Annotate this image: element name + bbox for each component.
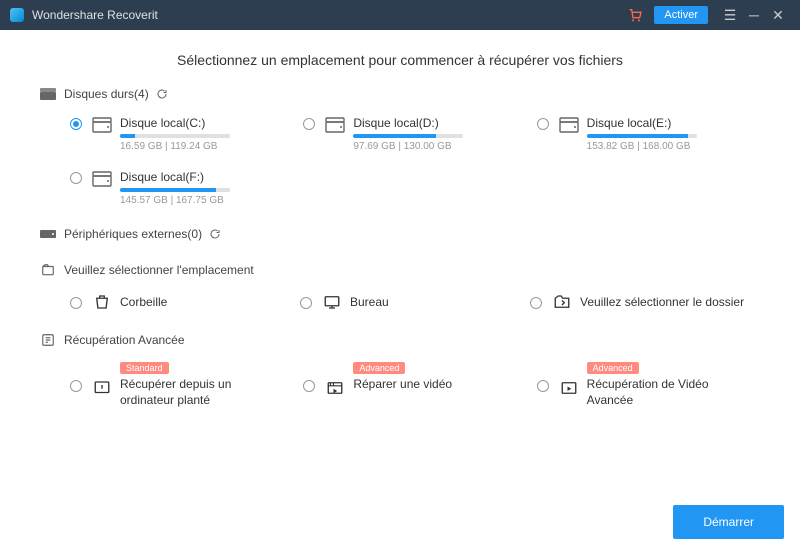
- menu-icon[interactable]: ☰: [718, 3, 742, 27]
- disk-size: 145.57 GB | 167.75 GB: [120, 195, 230, 206]
- disk-item[interactable]: Disque local(D:) 97.69 GB | 130.00 GB: [303, 116, 526, 152]
- section-disks: Disques durs(4) Disque local(C:) 16.59 G…: [40, 86, 760, 206]
- advanced-icon: [40, 332, 56, 348]
- advanced-video-icon: [559, 378, 579, 398]
- titlebar: Wondershare Recoverit Activer ☰ ─ ✕: [0, 0, 800, 30]
- advanced-label: Récupérer depuis un ordinateur planté: [120, 377, 270, 408]
- disk-icon: [92, 117, 112, 133]
- minimize-icon[interactable]: ─: [742, 3, 766, 27]
- advanced-radio[interactable]: [70, 380, 82, 392]
- location-label: Bureau: [350, 295, 389, 309]
- disk-usage-bar: [587, 134, 697, 138]
- section-advanced: Récupération Avancée Standard Récupérer …: [40, 332, 760, 408]
- refresh-icon[interactable]: [155, 87, 169, 101]
- section-external: Périphériques externes(0): [40, 226, 760, 242]
- disk-size: 153.82 GB | 168.00 GB: [587, 141, 697, 152]
- location-radio[interactable]: [70, 297, 82, 309]
- disk-radio[interactable]: [70, 118, 82, 130]
- footer: Démarrer: [657, 493, 800, 551]
- page-heading: Sélectionnez un emplacement pour commenc…: [0, 30, 800, 86]
- section-title: Périphériques externes(0): [64, 227, 202, 241]
- location-radio[interactable]: [300, 297, 312, 309]
- advanced-radio[interactable]: [303, 380, 315, 392]
- activate-button[interactable]: Activer: [654, 6, 708, 24]
- badge: Standard: [120, 362, 169, 374]
- location-icon: [40, 262, 56, 278]
- section-location: Veuillez sélectionner l'emplacement Corb…: [40, 262, 760, 312]
- desktop-icon: [322, 292, 342, 312]
- disk-item[interactable]: Disque local(C:) 16.59 GB | 119.24 GB: [70, 116, 293, 152]
- disk-name: Disque local(C:): [120, 116, 230, 130]
- section-title: Récupération Avancée: [64, 333, 185, 347]
- badge: Advanced: [353, 362, 405, 374]
- disk-name: Disque local(F:): [120, 170, 230, 184]
- disk-size: 97.69 GB | 130.00 GB: [353, 141, 463, 152]
- disk-radio[interactable]: [70, 172, 82, 184]
- advanced-item[interactable]: Advanced Réparer une vidéo: [303, 362, 526, 408]
- advanced-radio[interactable]: [537, 380, 549, 392]
- disk-usage-bar: [120, 134, 230, 138]
- hard-drive-icon: [40, 86, 56, 102]
- section-title: Veuillez sélectionner l'emplacement: [64, 263, 254, 277]
- location-item[interactable]: Corbeille: [70, 292, 300, 312]
- folder-select-icon: [552, 292, 572, 312]
- disk-icon: [92, 171, 112, 187]
- video-repair-icon: [325, 378, 345, 398]
- disk-usage-bar: [353, 134, 463, 138]
- advanced-label: Réparer une vidéo: [353, 377, 452, 393]
- cart-icon[interactable]: [626, 6, 644, 24]
- disk-icon: [325, 117, 345, 133]
- location-item[interactable]: Veuillez sélectionner le dossier: [530, 292, 760, 312]
- section-title: Disques durs(4): [64, 87, 149, 101]
- location-label: Veuillez sélectionner le dossier: [580, 295, 744, 309]
- disk-name: Disque local(D:): [353, 116, 463, 130]
- crash-recovery-icon: [92, 378, 112, 398]
- app-logo: [10, 8, 24, 22]
- location-radio[interactable]: [530, 297, 542, 309]
- disk-item[interactable]: Disque local(F:) 145.57 GB | 167.75 GB: [70, 170, 293, 206]
- advanced-item[interactable]: Standard Récupérer depuis un ordinateur …: [70, 362, 293, 408]
- advanced-item[interactable]: Advanced Récupération de Vidéo Avancée: [537, 362, 760, 408]
- recycle-bin-icon: [92, 292, 112, 312]
- disk-size: 16.59 GB | 119.24 GB: [120, 141, 230, 152]
- location-item[interactable]: Bureau: [300, 292, 530, 312]
- badge: Advanced: [587, 362, 639, 374]
- disk-item[interactable]: Disque local(E:) 153.82 GB | 168.00 GB: [537, 116, 760, 152]
- disk-name: Disque local(E:): [587, 116, 697, 130]
- close-icon[interactable]: ✕: [766, 3, 790, 27]
- start-button[interactable]: Démarrer: [673, 505, 784, 539]
- disk-radio[interactable]: [303, 118, 315, 130]
- app-title: Wondershare Recoverit: [32, 8, 158, 22]
- disk-icon: [559, 117, 579, 133]
- location-label: Corbeille: [120, 295, 167, 309]
- advanced-label: Récupération de Vidéo Avancée: [587, 377, 737, 408]
- disk-usage-bar: [120, 188, 230, 192]
- refresh-icon[interactable]: [208, 227, 222, 241]
- external-drive-icon: [40, 226, 56, 242]
- disk-radio[interactable]: [537, 118, 549, 130]
